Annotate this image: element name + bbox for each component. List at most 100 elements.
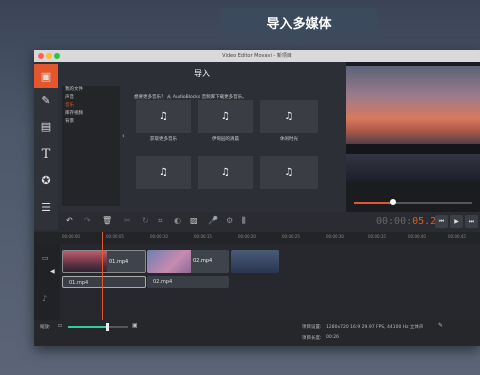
music-note-icon: ♫ [221,167,230,178]
music-note-icon: ♫ [284,167,294,178]
more-tools-button[interactable]: ☰ [34,195,58,219]
music-tile-label: 伊甸园的清晨 [212,137,239,142]
list-icon: ☰ [41,200,51,214]
transitions-tool-button[interactable]: ▤ [34,114,58,138]
status-footer: 缩放: ▫ ▣ 项目设置: 1280x720 16:9 29.97 FPS, 4… [34,320,480,346]
music-tile[interactable]: ♫ [198,100,253,133]
redo-icon[interactable]: ↷ [84,216,91,225]
color-adjust-icon[interactable]: ◐ [174,216,181,225]
zoom-slider-knob[interactable] [106,323,109,331]
trash-icon[interactable]: 🗑 [102,216,112,225]
playhead[interactable] [102,232,103,332]
project-length-label: 项目长度: [302,336,322,341]
music-tile[interactable]: ♫ [136,100,191,133]
ruler-label: 00:00:20 [238,234,256,239]
play-button[interactable]: ▶ [450,215,463,228]
video-clip-name: 01.mp4 [109,259,129,265]
window-title: Video Editor Movavi - 新项目 [222,53,292,59]
app-window: Video Editor Movavi - 新项目 ▣ ✎ ▤ T ✪ ☰ 导入… [34,50,480,346]
undo-icon[interactable]: ↶ [66,216,73,225]
ruler-label: 00:00:45 [448,234,466,239]
zoom-slider[interactable] [68,323,128,331]
music-note-icon: ♫ [221,111,230,122]
project-settings-value: 1280x720 16:9 29.97 FPS, 44100 Hz 立体声 [326,325,424,330]
import-tool-button[interactable]: ▣ [34,64,58,88]
previous-frame-button[interactable]: ⏮ [435,215,448,228]
cut-icon[interactable]: ✂ [124,216,131,225]
zoom-slider-fill [68,326,108,328]
music-tile[interactable]: ♫ [260,100,318,133]
ruler-label: 00:00:30 [326,234,344,239]
zoom-out-icon[interactable]: ▫ [58,322,62,329]
music-tile[interactable]: ♫ [260,156,318,189]
ruler-label: 00:00:25 [282,234,300,239]
timeline-tracks[interactable]: 01.mp4 02.mp4 01.mp4 02.mp4 [34,244,480,320]
music-tile[interactable]: ♫ [198,156,253,189]
rotate-icon[interactable]: ↻ [142,216,149,225]
ruler-label: 00:00:05 [106,234,124,239]
play-icon: ▶ [454,218,459,225]
ruler-label: 00:00:10 [150,234,168,239]
category-item[interactable]: 背景 [62,118,120,126]
music-note-icon: ♫ [159,167,168,178]
ruler-label: 00:00:00 [62,234,80,239]
import-icon: ▣ [40,69,52,83]
preview-image [346,66,480,182]
music-tile-label: 休闲时光 [280,137,298,142]
category-item-selected[interactable]: 音乐 [62,102,120,110]
preview-horizon [346,144,480,154]
text-icon: T [41,146,51,162]
video-clip[interactable] [231,250,279,273]
zoom-label: 缩放: [40,325,51,330]
project-settings-label: 项目设置: [302,325,322,330]
edit-pencil-icon[interactable]: ✎ [438,322,443,329]
settings-gear-icon[interactable]: ⚙ [226,216,233,225]
stickers-tool-button[interactable]: ✪ [34,168,58,192]
clip-thumbnail [147,250,191,273]
import-panel-title: 导入 [194,69,210,78]
ruler-label: 00:00:35 [368,234,386,239]
video-clip-name: 02.mp4 [193,258,213,264]
ruler-label: 00:00:40 [408,234,426,239]
timecode-prefix: 00:00: [376,216,413,227]
preview-scrubber-knob[interactable] [390,199,396,205]
music-tile[interactable]: ♫ [136,156,191,189]
audio-clip[interactable]: 01.mp4 [62,276,146,288]
edit-toolbar: ↶ ↷ 🗑 ✂ ↻ ⌗ ◐ ▨ 🎤 ⚙ ⫼ 00:00:05.200 ⏮ ▶ ⏭ [58,212,480,232]
music-note-icon: ♫ [159,111,168,122]
zoom-in-icon[interactable]: ▣ [132,322,138,329]
category-item[interactable]: 库存视频 [62,110,120,118]
crop-icon[interactable]: ⌗ [158,216,163,226]
preview-player [346,62,480,212]
audio-clip[interactable]: 02.mp4 [147,276,229,288]
music-note-icon: ♫ [284,111,294,122]
preview-progress-bar[interactable] [354,199,472,205]
category-item[interactable]: 声音 [62,94,120,102]
title-bar: Video Editor Movavi - 新项目 [34,50,480,62]
tool-sidebar: ▣ ✎ ▤ T ✪ ☰ [34,62,58,230]
clip-thumbnail [63,251,107,272]
equalizer-icon[interactable]: ⫼ [242,216,246,226]
category-item[interactable]: 我的文件 [62,86,120,94]
project-length-value: 00:26 [326,335,339,340]
video-track-icon: ▭ [42,254,49,262]
import-panel: 导入 我的文件 声音 音乐 库存视频 背景 ‹ 想要更多音乐？ 从 AudioB… [58,62,367,212]
preview-progress-fill [354,202,394,204]
next-frame-button[interactable]: ⏭ [465,215,478,228]
track-controls: ▭ ◀ ♪ [34,244,60,320]
ruler-label: 00:00:15 [194,234,212,239]
timeline-ruler[interactable]: 00:00:00 00:00:05 00:00:10 00:00:15 00:0… [34,232,480,244]
skip-back-icon: ⏮ [438,217,445,225]
collapse-panel-button[interactable]: ‹ [122,132,128,146]
star-icon: ✪ [41,173,51,187]
filters-tool-button[interactable]: ✎ [34,88,58,112]
image-icon[interactable]: ▨ [190,216,198,225]
microphone-icon[interactable]: 🎤 [208,216,218,225]
skip-forward-icon: ⏭ [468,217,475,225]
chevron-left-icon: ‹ [122,132,125,140]
volume-icon[interactable]: ◀ [50,268,55,275]
video-clip[interactable]: 01.mp4 [62,250,146,273]
titles-tool-button[interactable]: T [34,142,58,166]
music-tile-label: 获取更多音乐 [150,137,177,142]
video-clip[interactable]: 02.mp4 [147,250,229,273]
